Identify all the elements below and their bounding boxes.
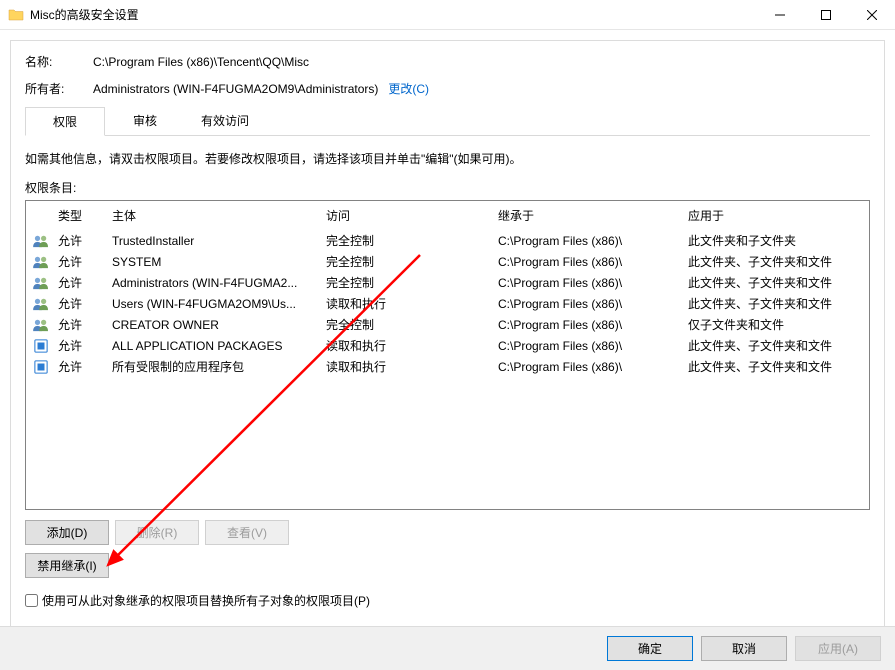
col-applies[interactable]: 应用于 — [688, 207, 869, 224]
list-item[interactable]: 允许Users (WIN-F4FUGMA2OM9\Us...读取和执行C:\Pr… — [26, 293, 869, 314]
add-button[interactable]: 添加(D) — [25, 520, 109, 545]
change-owner-link[interactable]: 更改(C) — [388, 80, 429, 97]
users-icon — [32, 276, 58, 290]
users-icon — [32, 318, 58, 332]
list-header: 类型 主体 访问 继承于 应用于 — [26, 201, 869, 230]
cell-access: 完全控制 — [326, 274, 498, 291]
replace-children-label: 使用可从此对象继承的权限项目替换所有子对象的权限项目(P) — [42, 592, 370, 609]
cell-principal: SYSTEM — [112, 255, 326, 269]
name-value: C:\Program Files (x86)\Tencent\QQ\Misc — [93, 55, 309, 69]
owner-label: 所有者: — [25, 80, 93, 97]
cell-type: 允许 — [58, 232, 112, 249]
users-icon — [32, 297, 58, 311]
close-button[interactable] — [849, 0, 895, 30]
cell-principal: ALL APPLICATION PACKAGES — [112, 339, 326, 353]
cell-type: 允许 — [58, 316, 112, 333]
ok-button[interactable]: 确定 — [607, 636, 693, 661]
cell-inherited: C:\Program Files (x86)\ — [498, 318, 688, 332]
cell-inherited: C:\Program Files (x86)\ — [498, 339, 688, 353]
list-buttons: 添加(D) 删除(R) 查看(V) — [25, 520, 870, 545]
cell-principal: TrustedInstaller — [112, 234, 326, 248]
apply-button: 应用(A) — [795, 636, 881, 661]
users-icon — [32, 234, 58, 248]
cell-type: 允许 — [58, 337, 112, 354]
cell-inherited: C:\Program Files (x86)\ — [498, 255, 688, 269]
col-principal[interactable]: 主体 — [112, 207, 326, 224]
list-item[interactable]: 允许SYSTEM完全控制C:\Program Files (x86)\此文件夹、… — [26, 251, 869, 272]
users-icon — [32, 255, 58, 269]
replace-children-checkbox[interactable] — [25, 594, 38, 607]
titlebar: Misc的高级安全设置 — [0, 0, 895, 30]
tab-effective-access[interactable]: 有效访问 — [185, 107, 265, 135]
remove-button: 删除(R) — [115, 520, 199, 545]
window-title: Misc的高级安全设置 — [30, 6, 757, 23]
cell-principal: Users (WIN-F4FUGMA2OM9\Us... — [112, 297, 326, 311]
cell-inherited: C:\Program Files (x86)\ — [498, 276, 688, 290]
cell-access: 完全控制 — [326, 232, 498, 249]
col-inherited[interactable]: 继承于 — [498, 207, 688, 224]
list-item[interactable]: 允许TrustedInstaller完全控制C:\Program Files (… — [26, 230, 869, 251]
list-item[interactable]: 允许所有受限制的应用程序包读取和执行C:\Program Files (x86)… — [26, 356, 869, 377]
replace-children-row: 使用可从此对象继承的权限项目替换所有子对象的权限项目(P) — [25, 592, 870, 609]
cell-applies: 仅子文件夹和文件 — [688, 316, 869, 333]
cell-inherited: C:\Program Files (x86)\ — [498, 360, 688, 374]
name-row: 名称: C:\Program Files (x86)\Tencent\QQ\Mi… — [25, 53, 870, 70]
list-item[interactable]: 允许Administrators (WIN-F4FUGMA2...完全控制C:\… — [26, 272, 869, 293]
list-item[interactable]: 允许CREATOR OWNER完全控制C:\Program Files (x86… — [26, 314, 869, 335]
name-label: 名称: — [25, 53, 93, 70]
dialog-footer: 确定 取消 应用(A) — [0, 626, 895, 670]
cell-principal: CREATOR OWNER — [112, 318, 326, 332]
cell-applies: 此文件夹、子文件夹和文件 — [688, 295, 869, 312]
cell-type: 允许 — [58, 358, 112, 375]
cell-type: 允许 — [58, 274, 112, 291]
cell-inherited: C:\Program Files (x86)\ — [498, 234, 688, 248]
cell-principal: 所有受限制的应用程序包 — [112, 358, 326, 375]
cell-applies: 此文件夹、子文件夹和文件 — [688, 358, 869, 375]
cell-access: 读取和执行 — [326, 337, 498, 354]
tab-permissions[interactable]: 权限 — [25, 107, 105, 136]
cell-access: 读取和执行 — [326, 295, 498, 312]
col-type[interactable]: 类型 — [58, 207, 112, 224]
col-access[interactable]: 访问 — [326, 207, 498, 224]
disable-inherit-button[interactable]: 禁用继承(I) — [25, 553, 109, 578]
cell-access: 完全控制 — [326, 316, 498, 333]
cell-type: 允许 — [58, 253, 112, 270]
folder-icon — [8, 7, 24, 23]
cell-applies: 此文件夹、子文件夹和文件 — [688, 253, 869, 270]
package-icon — [32, 360, 58, 374]
maximize-button[interactable] — [803, 0, 849, 30]
tabs: 权限 审核 有效访问 — [25, 107, 870, 136]
cell-inherited: C:\Program Files (x86)\ — [498, 297, 688, 311]
cell-applies: 此文件夹、子文件夹和文件 — [688, 274, 869, 291]
permission-list[interactable]: 类型 主体 访问 继承于 应用于 允许TrustedInstaller完全控制C… — [25, 200, 870, 510]
minimize-button[interactable] — [757, 0, 803, 30]
dialog-body: 名称: C:\Program Files (x86)\Tencent\QQ\Mi… — [10, 40, 885, 648]
list-label: 权限条目: — [25, 179, 870, 196]
cell-applies: 此文件夹和子文件夹 — [688, 232, 869, 249]
cell-type: 允许 — [58, 295, 112, 312]
owner-row: 所有者: Administrators (WIN-F4FUGMA2OM9\Adm… — [25, 80, 870, 97]
tab-audit[interactable]: 审核 — [105, 107, 185, 135]
cell-access: 读取和执行 — [326, 358, 498, 375]
cell-applies: 此文件夹、子文件夹和文件 — [688, 337, 869, 354]
view-button: 查看(V) — [205, 520, 289, 545]
cell-access: 完全控制 — [326, 253, 498, 270]
list-item[interactable]: 允许ALL APPLICATION PACKAGES读取和执行C:\Progra… — [26, 335, 869, 356]
window-controls — [757, 0, 895, 29]
owner-value: Administrators (WIN-F4FUGMA2OM9\Administ… — [93, 82, 378, 96]
cell-principal: Administrators (WIN-F4FUGMA2... — [112, 276, 326, 290]
package-icon — [32, 339, 58, 353]
cancel-button[interactable]: 取消 — [701, 636, 787, 661]
hint-text: 如需其他信息，请双击权限项目。若要修改权限项目，请选择该项目并单击"编辑"(如果… — [25, 150, 870, 169]
